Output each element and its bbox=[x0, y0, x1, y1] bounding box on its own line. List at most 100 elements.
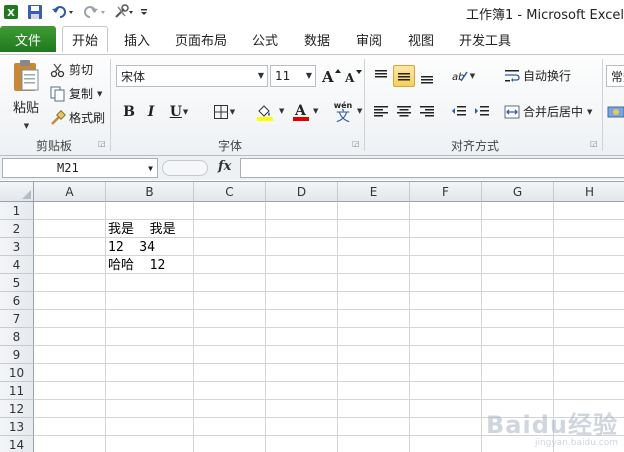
wrap-text-icon bbox=[504, 68, 520, 84]
tab-developer[interactable]: 开发工具 bbox=[452, 26, 518, 52]
select-all-corner[interactable] bbox=[0, 182, 34, 202]
column-header-D[interactable]: D bbox=[266, 182, 338, 202]
row-header-1[interactable]: 1 bbox=[0, 202, 34, 220]
cut-label: 剪切 bbox=[69, 63, 94, 77]
grow-font-button[interactable]: A bbox=[320, 65, 342, 87]
font-color-button[interactable]: A bbox=[286, 101, 316, 123]
grid-horizontal-line bbox=[34, 327, 624, 328]
tab-data[interactable]: 数据 bbox=[294, 26, 340, 52]
number-format-value: 常规 bbox=[611, 69, 624, 84]
orientation-button[interactable]: ab ▼ bbox=[448, 65, 478, 87]
align-left-button[interactable] bbox=[370, 101, 392, 123]
decrease-indent-button[interactable] bbox=[448, 101, 470, 123]
font-launcher-icon[interactable]: ◲ bbox=[352, 139, 361, 148]
column-header-H[interactable]: H bbox=[554, 182, 624, 202]
align-middle-button[interactable] bbox=[393, 65, 415, 87]
row-header-5[interactable]: 5 bbox=[0, 274, 34, 292]
cell-B3[interactable]: 12 34 bbox=[106, 239, 155, 257]
tab-review[interactable]: 审阅 bbox=[346, 26, 392, 52]
chevron-down-icon: ▼ bbox=[305, 71, 312, 80]
number-format-combo[interactable]: 常规 bbox=[606, 65, 624, 87]
redo-icon[interactable] bbox=[82, 3, 108, 21]
row-header-13[interactable]: 13 bbox=[0, 418, 34, 436]
ribbon-tabs: 文件 开始 插入 页面布局 公式 数据 审阅 视图 开发工具 bbox=[0, 24, 624, 54]
italic-button[interactable]: I bbox=[140, 101, 162, 123]
worksheet-grid[interactable]: ABCDEFGH 1 2 3 4 5 6 7 8 9 10 11 12 13 14 我是 我是 12 34… bbox=[0, 181, 624, 452]
phonetic-button[interactable]: wén 文 bbox=[328, 99, 358, 127]
align-right-button[interactable] bbox=[416, 101, 438, 123]
column-header-G[interactable]: G bbox=[482, 182, 554, 202]
grid-horizontal-line bbox=[34, 345, 624, 346]
alignment-group-label: 对齐方式 bbox=[450, 139, 499, 153]
customize-icon[interactable] bbox=[138, 3, 150, 21]
row-header-10[interactable]: 10 bbox=[0, 364, 34, 382]
tab-view[interactable]: 视图 bbox=[398, 26, 444, 52]
row-header-3[interactable]: 3 bbox=[0, 238, 34, 256]
format-painter-button[interactable]: 格式刷 bbox=[50, 109, 105, 126]
watermark: Baidu经验 jingyan.baidu.com bbox=[486, 405, 618, 448]
tab-file[interactable]: 文件 bbox=[0, 26, 56, 52]
grid-horizontal-line bbox=[34, 291, 624, 292]
tab-page-layout[interactable]: 页面布局 bbox=[168, 26, 234, 52]
align-center-button[interactable] bbox=[393, 101, 415, 123]
paste-label: 粘贴 bbox=[12, 101, 39, 116]
column-header-F[interactable]: F bbox=[410, 182, 482, 202]
fill-color-button[interactable] bbox=[250, 101, 280, 123]
chevron-down-icon[interactable]: ▼ bbox=[357, 107, 362, 115]
wrap-text-label: 自动换行 bbox=[523, 69, 572, 83]
borders-button[interactable]: ▼ bbox=[208, 101, 240, 123]
cell-B4[interactable]: 哈哈 12 bbox=[106, 257, 165, 275]
merge-center-button[interactable]: 合并后居中 ▼ bbox=[504, 103, 592, 120]
align-right-icon bbox=[420, 106, 434, 117]
paste-button[interactable]: 粘贴 ▼ bbox=[6, 59, 46, 133]
save-icon[interactable] bbox=[26, 3, 44, 21]
row-header-7[interactable]: 7 bbox=[0, 310, 34, 328]
tab-home[interactable]: 开始 bbox=[62, 26, 108, 52]
row-header-8[interactable]: 8 bbox=[0, 328, 34, 346]
shrink-font-button[interactable]: A bbox=[342, 65, 364, 87]
alignment-launcher-icon[interactable]: ◲ bbox=[590, 139, 599, 148]
column-header-A[interactable]: A bbox=[34, 182, 106, 202]
watermark-brand: Baidu经验 bbox=[486, 411, 618, 439]
chevron-down-icon[interactable]: ▼ bbox=[279, 107, 284, 115]
column-header-E[interactable]: E bbox=[338, 182, 410, 202]
row-header-12[interactable]: 12 bbox=[0, 400, 34, 418]
wrap-text-button[interactable]: 自动换行 bbox=[504, 67, 571, 84]
currency-button[interactable] bbox=[606, 101, 624, 123]
insert-function-icon[interactable]: fx bbox=[218, 159, 231, 174]
name-box[interactable]: M21 ▼ bbox=[2, 158, 158, 178]
orientation-icon: ab bbox=[452, 71, 468, 83]
column-header-C[interactable]: C bbox=[194, 182, 266, 202]
paste-icon bbox=[14, 60, 39, 91]
formula-bar-splitter[interactable] bbox=[162, 160, 208, 176]
row-header-6[interactable]: 6 bbox=[0, 292, 34, 310]
row-header-11[interactable]: 11 bbox=[0, 382, 34, 400]
font-name-combo[interactable]: 宋体 ▼ bbox=[116, 65, 268, 87]
row-header-9[interactable]: 9 bbox=[0, 346, 34, 364]
column-header-B[interactable]: B bbox=[106, 182, 194, 202]
cell-B2[interactable]: 我是 我是 bbox=[106, 221, 176, 239]
increase-indent-button[interactable] bbox=[471, 101, 493, 123]
align-bottom-button[interactable] bbox=[416, 65, 438, 87]
tab-insert[interactable]: 插入 bbox=[114, 26, 160, 52]
clipboard-launcher-icon[interactable]: ◲ bbox=[98, 139, 107, 148]
chevron-down-icon: ▼ bbox=[469, 72, 476, 80]
row-header-14[interactable]: 14 bbox=[0, 436, 34, 452]
cut-button[interactable]: 剪切 bbox=[50, 61, 93, 78]
chevron-down-icon[interactable]: ▼ bbox=[313, 107, 318, 115]
chevron-down-icon: ▼ bbox=[97, 89, 103, 98]
font-size-combo[interactable]: 11 ▼ bbox=[270, 65, 316, 87]
formula-input[interactable] bbox=[240, 158, 624, 178]
tab-formulas[interactable]: 公式 bbox=[242, 26, 288, 52]
row-header-2[interactable]: 2 bbox=[0, 220, 34, 238]
align-top-button[interactable] bbox=[370, 65, 392, 87]
underline-button[interactable]: U ▼ bbox=[164, 101, 194, 123]
bold-button[interactable]: B bbox=[118, 101, 140, 123]
group-separator bbox=[364, 59, 365, 151]
copy-button[interactable]: 复制 ▼ bbox=[50, 85, 102, 102]
row-header-4[interactable]: 4 bbox=[0, 256, 34, 274]
tools-icon[interactable] bbox=[112, 3, 136, 21]
svg-text:A: A bbox=[321, 68, 334, 85]
svg-text:X: X bbox=[7, 8, 15, 19]
undo-icon[interactable] bbox=[50, 3, 76, 21]
